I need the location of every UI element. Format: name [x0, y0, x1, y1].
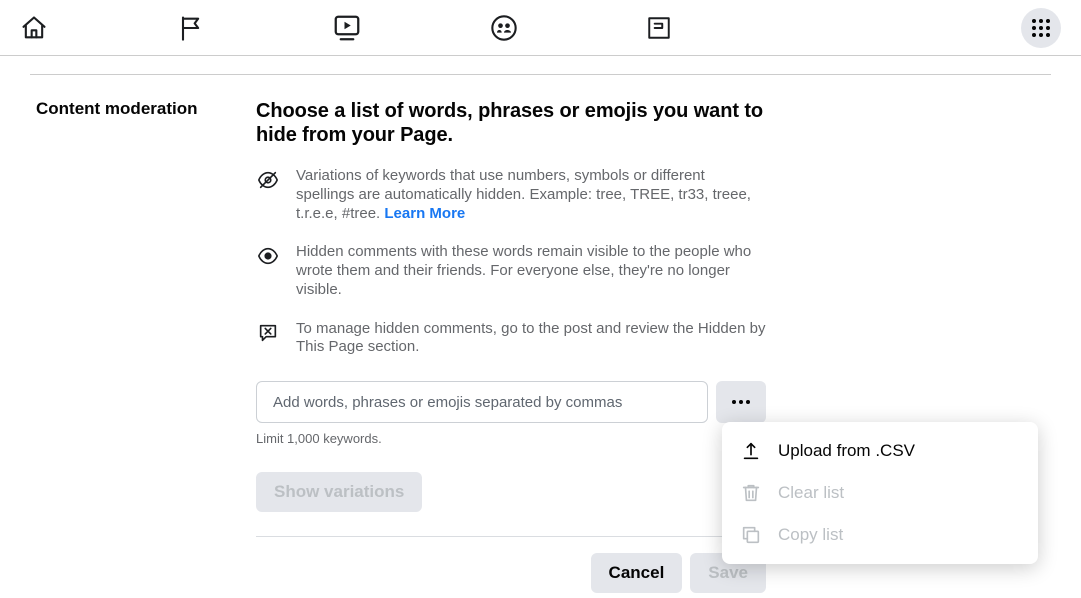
eye-off-icon	[256, 167, 280, 223]
main-column: Choose a list of words, phrases or emoji…	[256, 99, 766, 593]
keyword-input-row	[256, 381, 766, 423]
more-options-popover: Upload from .CSV Clear list Copy list	[722, 422, 1038, 564]
section-title: Content moderation	[36, 99, 256, 119]
nav-ads[interactable]	[646, 15, 672, 41]
ad-icon	[646, 15, 672, 41]
footer-buttons: Cancel Save	[256, 553, 766, 593]
nav-home[interactable]	[20, 14, 48, 42]
more-icon	[732, 400, 750, 404]
keyword-input[interactable]	[256, 381, 708, 423]
trash-icon	[740, 482, 762, 504]
popover-copy-label: Copy list	[778, 525, 843, 545]
info-text-3: To manage hidden comments, go to the pos…	[296, 320, 766, 358]
info-text-1: Variations of keywords that use numbers,…	[296, 167, 766, 223]
upload-icon	[740, 440, 762, 462]
info-variations: Variations of keywords that use numbers,…	[256, 167, 766, 223]
limit-text: Limit 1,000 keywords.	[256, 431, 766, 446]
learn-more-link[interactable]: Learn More	[384, 205, 465, 222]
show-variations-button[interactable]: Show variations	[256, 472, 422, 512]
copy-icon	[740, 524, 762, 546]
cancel-button[interactable]: Cancel	[591, 553, 683, 593]
popover-clear-list: Clear list	[722, 472, 1038, 514]
info-text-2: Hidden comments with these words remain …	[296, 243, 766, 299]
top-nav	[0, 0, 1081, 56]
popover-clear-label: Clear list	[778, 483, 844, 503]
group-icon	[490, 14, 518, 42]
more-options-button[interactable]	[716, 381, 766, 423]
popover-upload-csv[interactable]: Upload from .CSV	[722, 430, 1038, 472]
page-heading: Choose a list of words, phrases or emoji…	[256, 99, 766, 147]
nav-flag[interactable]	[176, 14, 204, 42]
home-icon	[20, 14, 48, 42]
apps-button[interactable]	[1021, 8, 1061, 48]
footer-divider	[256, 536, 766, 537]
eye-icon	[256, 243, 280, 299]
flag-icon	[176, 14, 204, 42]
nav-video[interactable]	[332, 13, 362, 43]
popover-copy-list: Copy list	[722, 514, 1038, 556]
video-icon	[332, 13, 362, 43]
info-visibility: Hidden comments with these words remain …	[256, 243, 766, 299]
apps-icon	[1032, 19, 1050, 37]
info-manage: To manage hidden comments, go to the pos…	[256, 320, 766, 358]
comment-x-icon	[256, 320, 280, 358]
sidebar: Content moderation	[36, 99, 256, 593]
popover-upload-label: Upload from .CSV	[778, 441, 915, 461]
nav-groups[interactable]	[490, 14, 518, 42]
